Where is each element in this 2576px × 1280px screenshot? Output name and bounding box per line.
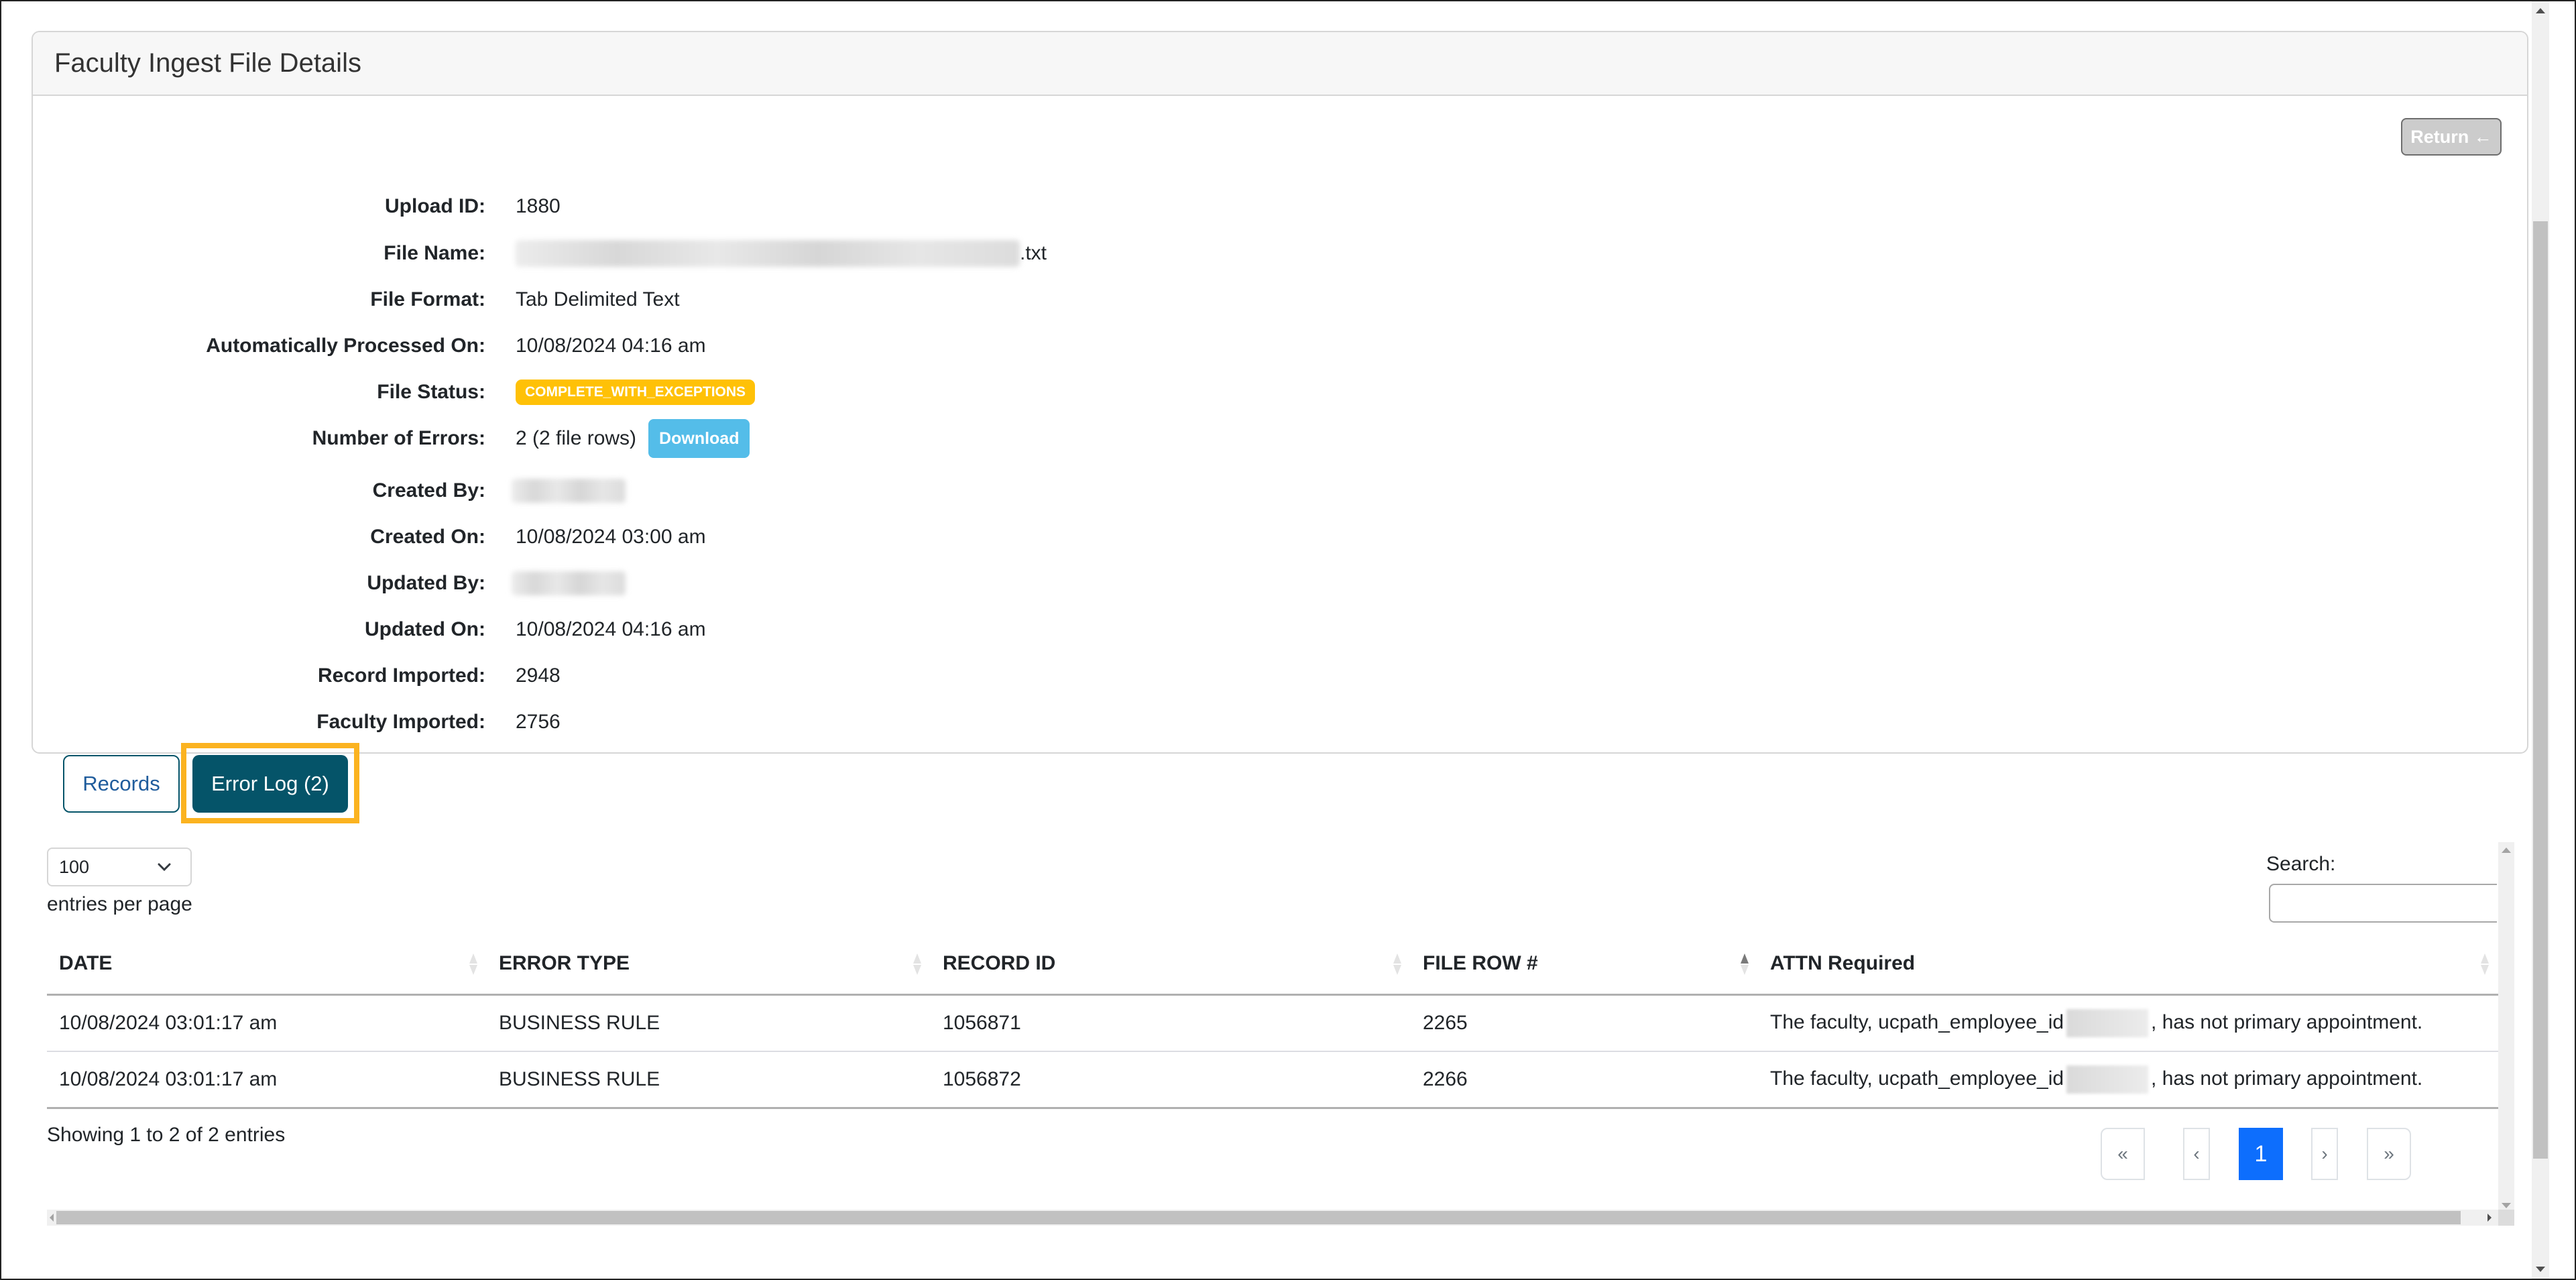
detail-label: Created By: — [372, 479, 485, 502]
column-header-date[interactable]: DATE — [47, 933, 487, 996]
detail-value: 10/08/2024 04:16 am — [516, 618, 706, 640]
detail-value: .txt — [516, 240, 1047, 267]
file-extension: .txt — [1020, 242, 1047, 264]
detail-label: Number of Errors: — [312, 427, 485, 449]
sort-icon — [469, 953, 477, 975]
detail-value: 1880 — [516, 195, 561, 217]
page-title: Faculty Ingest File Details — [54, 48, 361, 78]
download-button[interactable]: Download — [648, 419, 750, 458]
table-vertical-scrollbar[interactable] — [2498, 842, 2514, 1214]
detail-value: 10/08/2024 03:00 am — [516, 526, 706, 548]
cell-error-type: BUSINESS RULE — [487, 994, 931, 1052]
error-count: 2 (2 file rows) — [516, 427, 637, 449]
column-header-record-id[interactable]: RECORD ID — [931, 933, 1411, 996]
table-info: Showing 1 to 2 of 2 entries — [47, 1124, 286, 1146]
sort-ascending-icon — [1741, 953, 1749, 975]
detail-label: File Name: — [384, 242, 485, 264]
column-header-attn-required[interactable]: ATTN Required — [1758, 933, 2498, 996]
detail-label: Record Imported: — [317, 664, 485, 687]
cell-record-id: 1056871 — [931, 994, 1411, 1052]
detail-value: 10/08/2024 04:16 am — [516, 335, 706, 357]
detail-label: Faculty Imported: — [316, 711, 485, 733]
scroll-down-arrow-icon[interactable] — [2536, 1267, 2545, 1272]
redacted-filename — [516, 240, 1020, 267]
cell-file-row: 2265 — [1411, 994, 1758, 1052]
vertical-scroll-thumb[interactable] — [2533, 221, 2548, 1159]
cell-record-id: 1056872 — [931, 1051, 1411, 1109]
cell-attn-required: The faculty, ucpath_employee_id, has not… — [1758, 1051, 2498, 1109]
column-header-file-row[interactable]: FILE ROW # — [1411, 933, 1758, 996]
detail-value: COMPLETE_WITH_EXCEPTIONS — [516, 380, 756, 405]
page-first-button[interactable]: « — [2101, 1128, 2145, 1180]
detail-value: 2948 — [516, 664, 561, 687]
detail-value — [512, 571, 626, 595]
search-input[interactable] — [2269, 884, 2497, 923]
detail-value — [512, 479, 626, 503]
search-label: Search: — [2266, 853, 2336, 875]
table-row: 10/08/2024 03:01:17 am BUSINESS RULE 105… — [47, 994, 2498, 1052]
detail-label: Automatically Processed On: — [206, 335, 485, 357]
cell-date: 10/08/2024 03:01:17 am — [47, 1051, 487, 1109]
tab-error-log[interactable]: Error Log (2) — [192, 755, 348, 813]
error-log-table-wrapper: 100 entries per page Search: DATE ERROR … — [47, 838, 2514, 1228]
scroll-down-arrow-icon[interactable] — [2502, 1203, 2511, 1208]
detail-label: Created On: — [370, 526, 485, 548]
return-button[interactable]: Return ← — [2401, 118, 2502, 156]
scroll-up-arrow-icon[interactable] — [2502, 848, 2511, 853]
table-row: 10/08/2024 03:01:17 am BUSINESS RULE 105… — [47, 1051, 2498, 1109]
scroll-right-arrow-icon[interactable] — [2487, 1214, 2492, 1222]
sort-icon — [913, 953, 921, 975]
page-vertical-scrollbar[interactable] — [2532, 1, 2549, 1279]
horizontal-scroll-thumb[interactable] — [56, 1211, 2461, 1224]
status-badge: COMPLETE_WITH_EXCEPTIONS — [516, 380, 756, 405]
table-horizontal-scrollbar[interactable] — [47, 1210, 2514, 1226]
detail-value: 2756 — [516, 711, 561, 733]
detail-value: 2 (2 file rows) Download — [516, 419, 750, 458]
error-log-table: DATE ERROR TYPE RECORD ID FILE ROW # ATT… — [47, 933, 2498, 1109]
card-header: Faculty Ingest File Details — [33, 32, 2527, 96]
chevron-down-icon — [158, 863, 171, 872]
redacted-employee-id — [2066, 1065, 2149, 1094]
entries-per-page-select[interactable]: 100 — [47, 848, 192, 886]
column-header-error-type[interactable]: ERROR TYPE — [487, 933, 931, 996]
file-details-card: Faculty Ingest File Details Return ← Upl… — [32, 31, 2528, 754]
cell-attn-required: The faculty, ucpath_employee_id, has not… — [1758, 994, 2498, 1052]
tab-records[interactable]: Records — [63, 755, 180, 813]
page-1-button[interactable]: 1 — [2239, 1128, 2283, 1180]
redacted-user — [512, 571, 626, 595]
detail-value: Tab Delimited Text — [516, 288, 680, 310]
detail-label: Upload ID: — [385, 195, 485, 217]
page-last-button[interactable]: » — [2367, 1128, 2411, 1180]
cell-date: 10/08/2024 03:01:17 am — [47, 994, 487, 1052]
redacted-employee-id — [2066, 1009, 2149, 1037]
page: Faculty Ingest File Details Return ← Upl… — [1, 1, 2549, 1279]
entries-per-page-value: 100 — [59, 856, 90, 877]
entries-per-page-label: entries per page — [47, 893, 192, 915]
scroll-up-arrow-icon[interactable] — [2536, 8, 2545, 13]
detail-label: File Status: — [377, 381, 485, 403]
cell-file-row: 2266 — [1411, 1051, 1758, 1109]
scrollbar-corner — [2498, 1210, 2514, 1226]
page-prev-button[interactable]: ‹ — [2183, 1128, 2210, 1180]
sort-icon — [1393, 953, 1401, 975]
cell-error-type: BUSINESS RULE — [487, 1051, 931, 1109]
page-next-button[interactable]: › — [2311, 1128, 2338, 1180]
scroll-left-arrow-icon[interactable] — [50, 1214, 54, 1222]
detail-label: Updated By: — [367, 572, 485, 594]
sort-icon — [2481, 953, 2489, 975]
detail-label: Updated On: — [365, 618, 485, 640]
table-header-row: DATE ERROR TYPE RECORD ID FILE ROW # ATT… — [47, 933, 2498, 996]
detail-label: File Format: — [370, 288, 485, 310]
redacted-user — [512, 479, 626, 503]
